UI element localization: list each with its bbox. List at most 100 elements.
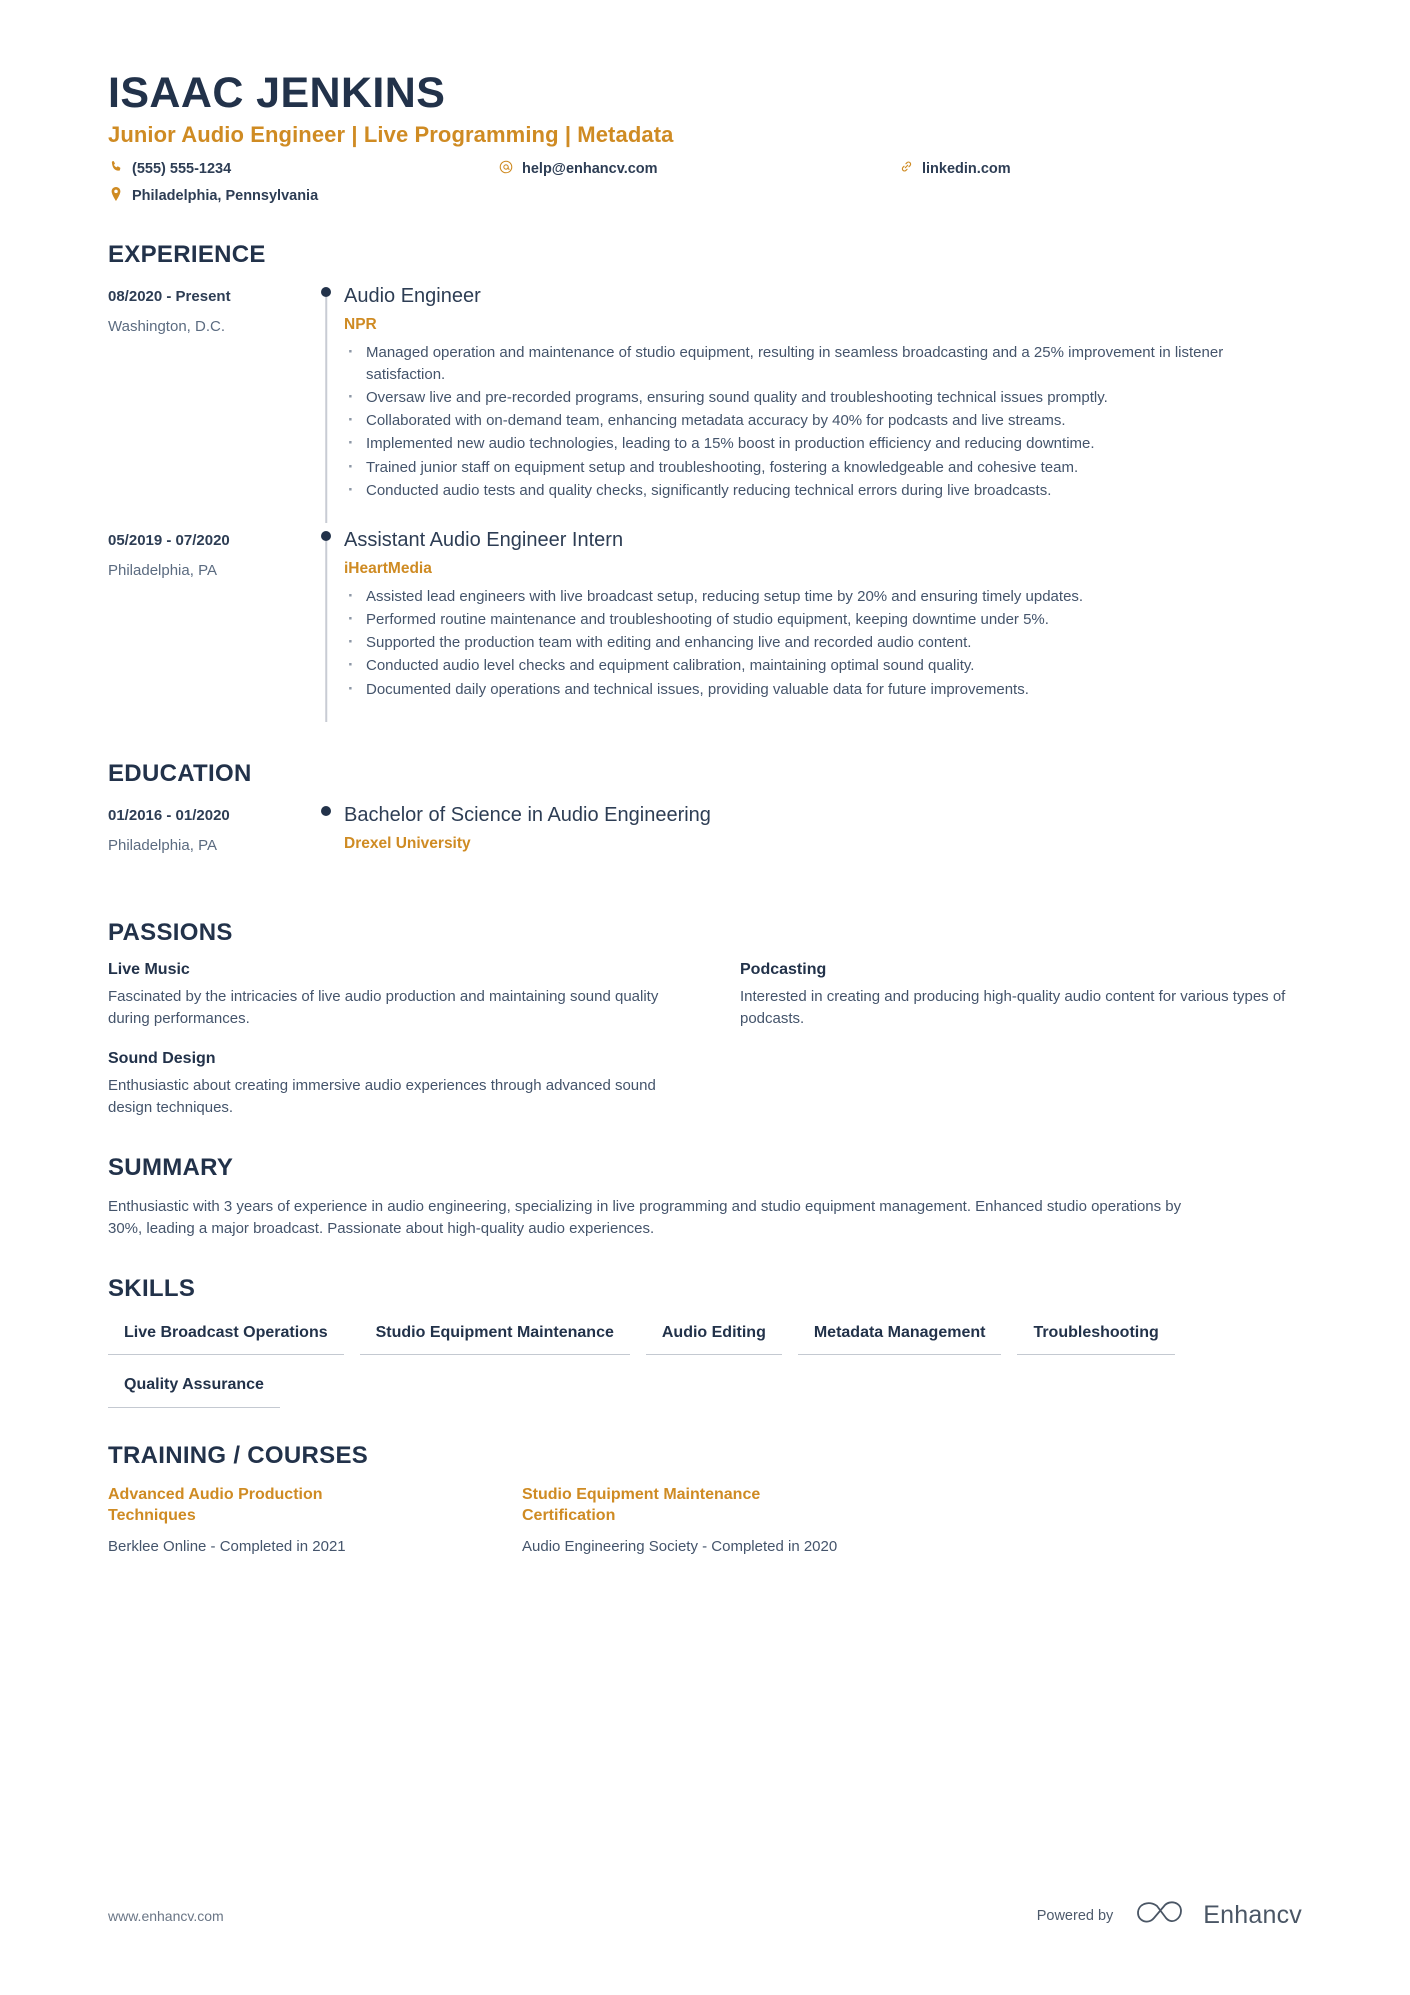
- footer-url[interactable]: www.enhancv.com: [108, 1908, 224, 1924]
- phone-icon: [108, 160, 124, 173]
- bullet-item: Assisted lead engineers with live broadc…: [344, 583, 1302, 608]
- section-title-education: EDUCATION: [108, 759, 252, 787]
- bullet-item: Conducted audio level checks and equipme…: [344, 652, 1302, 677]
- timeline-line: [325, 540, 327, 722]
- entry-location: Philadelphia, PA: [108, 562, 217, 580]
- contact-details: (555) 555-1234 help@enhancv.com linkedin…: [108, 160, 1302, 206]
- candidate-headline: Junior Audio Engineer | Live Programming…: [108, 122, 674, 148]
- section-title-training: TRAINING / COURSES: [108, 1442, 369, 1470]
- bullet-item: Performed routine maintenance and troubl…: [344, 606, 1302, 631]
- link-icon: [898, 160, 914, 173]
- contact-email[interactable]: help@enhancv.com: [498, 160, 898, 180]
- entry-location: Philadelphia, PA: [108, 837, 217, 855]
- timeline-line: [325, 296, 327, 523]
- entry-degree: Bachelor of Science in Audio Engineering: [344, 803, 711, 826]
- bullet-item: Collaborated with on-demand team, enhanc…: [344, 407, 1302, 432]
- passion-description: Enthusiastic about creating immersive au…: [108, 1077, 656, 1117]
- timeline-rail: [308, 527, 344, 726]
- entry-bullets: Managed operation and maintenance of stu…: [344, 339, 1302, 502]
- timeline-rail: [308, 283, 344, 527]
- entry-body: Audio Engineer NPR Managed operation and…: [344, 283, 1302, 527]
- skill-chip[interactable]: Metadata Management: [797, 1317, 1002, 1356]
- entry-date: 01/2016 - 01/2020: [108, 806, 230, 824]
- skill-chip[interactable]: Live Broadcast Operations: [108, 1317, 344, 1356]
- education-entry: 01/2016 - 01/2020 Philadelphia, PA Bache…: [108, 802, 1302, 885]
- course-item: Advanced Audio Production Techniques Ber…: [108, 1484, 474, 1558]
- entry-bullets: Assisted lead engineers with live broadc…: [344, 583, 1302, 701]
- entry-institution: Drexel University: [344, 834, 471, 852]
- passion-item: Sound Design Enthusiastic about creating…: [108, 1050, 670, 1119]
- entry-company: iHeartMedia: [344, 559, 432, 577]
- enhancv-brand: Enhancv: [1135, 1898, 1302, 1933]
- skill-chip[interactable]: Troubleshooting: [1017, 1317, 1175, 1356]
- bullet-item: Implemented new audio technologies, lead…: [344, 430, 1302, 455]
- contact-phone[interactable]: (555) 555-1234: [108, 160, 498, 180]
- entry-meta: 01/2016 - 01/2020 Philadelphia, PA: [108, 802, 308, 885]
- bullet-item: Managed operation and maintenance of stu…: [344, 339, 1302, 386]
- course-item-empty: [936, 1484, 1302, 1558]
- bullet-item: Documented daily operations and technica…: [344, 676, 1302, 701]
- bullet-item: Trained junior staff on equipment setup …: [344, 453, 1302, 478]
- section-education: EDUCATION 01/2016 - 01/2020 Philadelphia…: [108, 760, 1302, 885]
- contact-location: Philadelphia, Pennsylvania: [108, 187, 498, 207]
- entry-location: Washington, D.C.: [108, 318, 225, 336]
- candidate-name: ISAAC JENKINS: [108, 69, 446, 117]
- section-passions: PASSIONS Live Music Fascinated by the in…: [108, 919, 1302, 1120]
- entry-job-title: Assistant Audio Engineer Intern: [344, 528, 624, 551]
- timeline-rail: [308, 802, 344, 885]
- timeline-dot: [321, 286, 331, 297]
- contact-phone-text: (555) 555-1234: [132, 161, 232, 178]
- experience-entry: 05/2019 - 07/2020 Philadelphia, PA Assis…: [108, 527, 1302, 726]
- location-icon: [108, 187, 124, 201]
- passion-item: Live Music Fascinated by the intricacies…: [108, 961, 670, 1030]
- passion-description: Interested in creating and producing hig…: [740, 987, 1286, 1027]
- course-meta: Berklee Online - Completed in 2021: [108, 1538, 346, 1556]
- bullet-item: Supported the production team with editi…: [344, 629, 1302, 654]
- section-training: TRAINING / COURSES Advanced Audio Produc…: [108, 1442, 1302, 1558]
- contact-email-text: help@enhancv.com: [522, 161, 658, 178]
- bullet-item: Conducted audio tests and quality checks…: [344, 477, 1302, 502]
- training-grid: Advanced Audio Production Techniques Ber…: [108, 1484, 1302, 1558]
- timeline-dot: [321, 805, 331, 816]
- skill-chip[interactable]: Quality Assurance: [108, 1369, 280, 1409]
- passions-grid: Live Music Fascinated by the intricacies…: [108, 961, 1302, 1120]
- passion-description: Fascinated by the intricacies of live au…: [108, 987, 659, 1027]
- contact-linkedin-text: linkedin.com: [922, 161, 1011, 178]
- entry-date: 08/2020 - Present: [108, 287, 231, 305]
- passion-title: Live Music: [108, 960, 190, 978]
- section-summary: SUMMARY Enthusiastic with 3 years of exp…: [108, 1154, 1302, 1241]
- summary-text: Enthusiastic with 3 years of experience …: [108, 1197, 1182, 1238]
- entry-meta: 05/2019 - 07/2020 Philadelphia, PA: [108, 527, 308, 726]
- skill-chip[interactable]: Studio Equipment Maintenance: [359, 1317, 630, 1356]
- bullet-item: Oversaw live and pre-recorded programs, …: [344, 384, 1302, 409]
- section-skills: SKILLS Live Broadcast Operations Studio …: [108, 1275, 1302, 1409]
- section-title-experience: EXPERIENCE: [108, 240, 266, 268]
- course-title: Advanced Audio Production Techniques: [108, 1486, 323, 1525]
- contact-linkedin[interactable]: linkedin.com: [898, 160, 1302, 180]
- course-meta: Audio Engineering Society - Completed in…: [522, 1538, 838, 1556]
- enhancv-brand-name: Enhancv: [1203, 1901, 1302, 1929]
- timeline-dot: [321, 530, 331, 541]
- passion-title: Podcasting: [740, 960, 827, 978]
- experience-entry: 08/2020 - Present Washington, D.C. Audio…: [108, 283, 1302, 527]
- passion-item: Podcasting Interested in creating and pr…: [740, 961, 1302, 1030]
- footer-branding: Powered by Enhancv: [1037, 1898, 1302, 1933]
- contact-location-text: Philadelphia, Pennsylvania: [132, 188, 319, 204]
- section-title-passions: PASSIONS: [108, 918, 233, 946]
- section-title-summary: SUMMARY: [108, 1153, 234, 1181]
- entry-meta: 08/2020 - Present Washington, D.C.: [108, 283, 308, 527]
- course-item: Studio Equipment Maintenance Certificati…: [522, 1484, 888, 1558]
- email-icon: [498, 160, 514, 174]
- course-title: Studio Equipment Maintenance Certificati…: [522, 1486, 761, 1525]
- entry-body: Assistant Audio Engineer Intern iHeartMe…: [344, 527, 1302, 726]
- resume-header: ISAAC JENKINS Junior Audio Engineer | Li…: [108, 70, 1302, 207]
- enhancv-logo-icon: [1135, 1898, 1191, 1933]
- entry-company: NPR: [344, 315, 377, 333]
- section-experience: EXPERIENCE 08/2020 - Present Washington,…: [108, 241, 1302, 726]
- powered-by-label: Powered by: [1036, 1907, 1114, 1924]
- skill-chip[interactable]: Audio Editing: [645, 1317, 782, 1356]
- section-title-skills: SKILLS: [108, 1274, 196, 1302]
- page-footer: www.enhancv.com Powered by Enhancv: [108, 1898, 1302, 1933]
- entry-job-title: Audio Engineer: [344, 284, 481, 307]
- skills-list: Live Broadcast Operations Studio Equipme…: [108, 1317, 1178, 1409]
